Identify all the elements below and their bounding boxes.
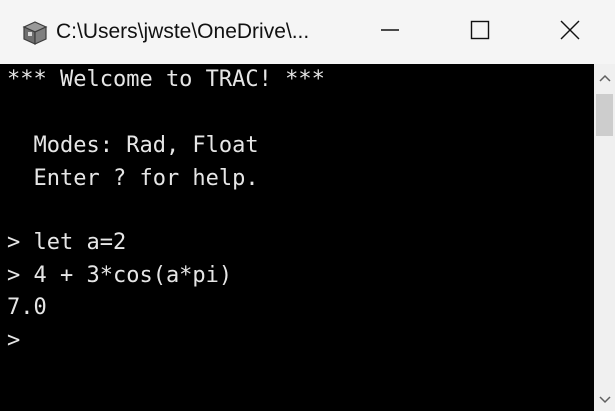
scroll-down-button[interactable] (594, 389, 615, 411)
console-app-icon[interactable] (22, 20, 48, 46)
maximize-icon (470, 20, 490, 45)
console-output[interactable]: *** Welcome to TRAC! *** Modes: Rad, Flo… (0, 64, 594, 411)
close-icon (560, 20, 580, 45)
console-line-help: Enter ? for help. (7, 166, 259, 191)
maximize-button[interactable] (435, 0, 525, 64)
console-line-result: 7.0 (7, 295, 47, 320)
minimize-button[interactable] (345, 0, 435, 64)
title-bar[interactable]: C:\Users\jwste\OneDrive\... (0, 0, 615, 64)
minimize-icon (380, 20, 400, 45)
close-button[interactable] (525, 0, 615, 64)
scroll-thumb[interactable] (596, 94, 613, 136)
console-line-modes: Modes: Rad, Float (7, 133, 259, 158)
vertical-scrollbar[interactable] (594, 64, 615, 411)
console-prompt[interactable]: > (7, 325, 20, 357)
console-window: C:\Users\jwste\OneDrive\... *** Welcome … (0, 0, 615, 411)
console-line-welcome: *** Welcome to TRAC! *** (7, 67, 325, 92)
scroll-up-arrow-icon (598, 69, 611, 87)
scroll-up-button[interactable] (594, 64, 615, 92)
window-title: C:\Users\jwste\OneDrive\... (56, 20, 310, 43)
console-line-command: > 4 + 3*cos(a*pi) (7, 263, 233, 288)
scroll-down-arrow-icon (598, 391, 611, 409)
console-line-command: > let a=2 (7, 230, 127, 255)
